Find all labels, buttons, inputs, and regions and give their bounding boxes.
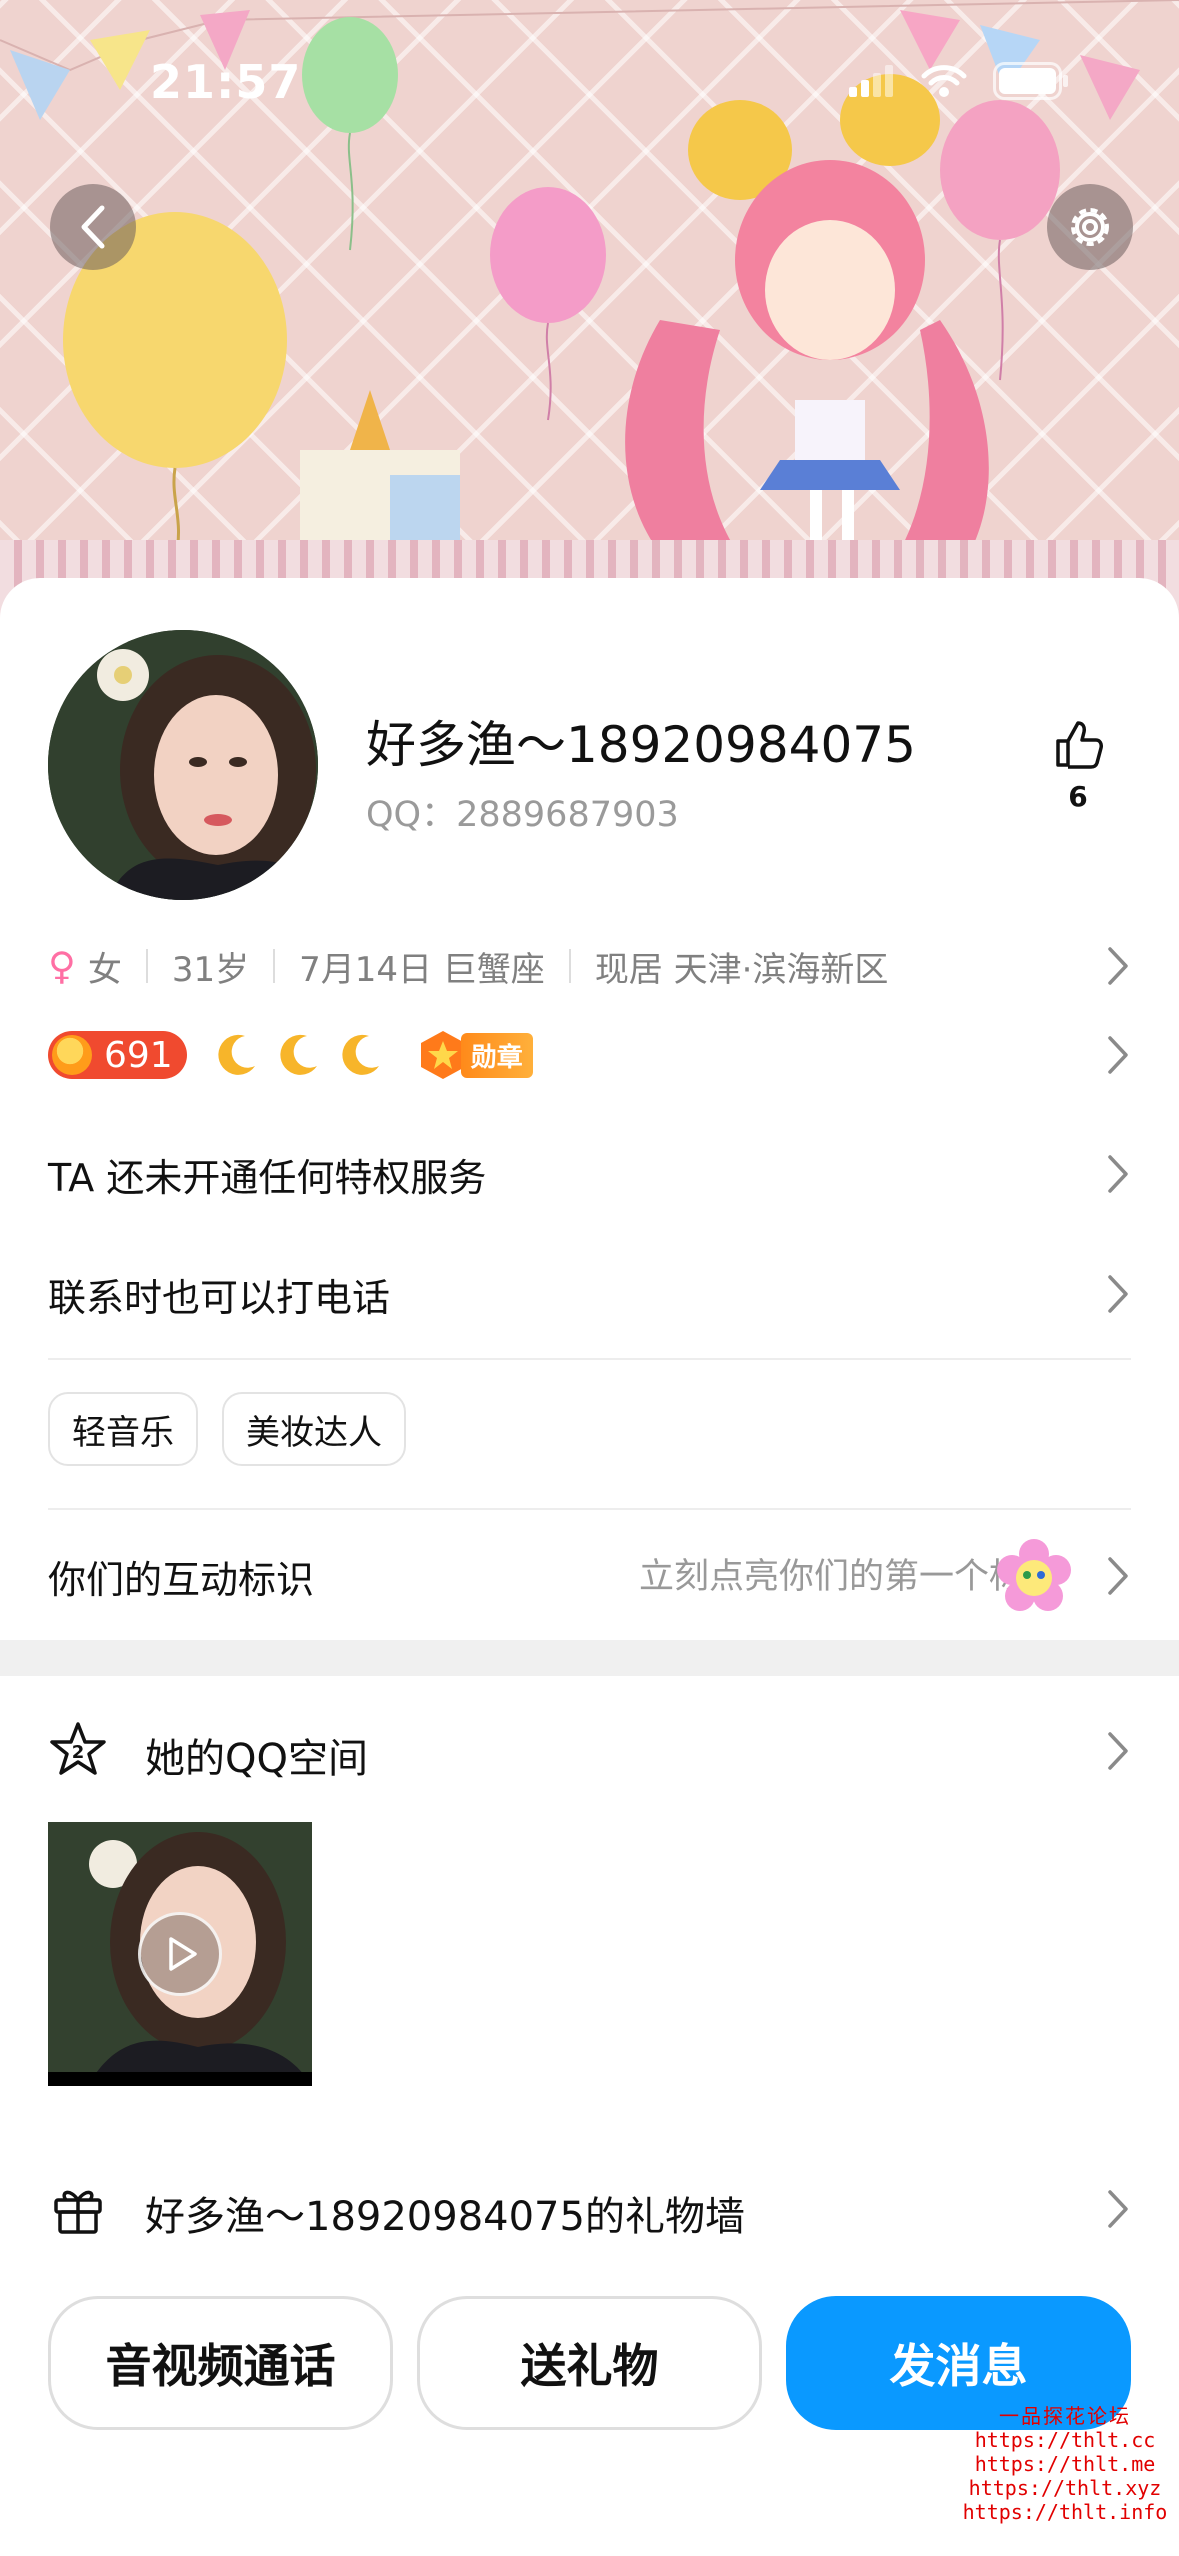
moon-icon <box>342 1034 379 1075</box>
watermark-url: https://thlt.info <box>962 2500 1168 2524</box>
back-button[interactable] <box>50 184 136 270</box>
profile-page: 21:57 好多渔～18920984075 QQ：2889687903 6 ♀ … <box>0 0 1179 2556</box>
qq-number[interactable]: QQ：2889687903 <box>366 786 679 837</box>
info-separator <box>273 949 276 983</box>
send-gift-button[interactable]: 送礼物 <box>417 2296 762 2430</box>
status-icons <box>849 62 1069 100</box>
gift-wall-title[interactable]: 好多渔～18920984075的礼物墙 <box>145 2184 745 2242</box>
signal-icon <box>849 65 893 97</box>
watermark-url: https://thlt.xyz <box>968 2476 1162 2500</box>
av-call-button[interactable]: 音视频通话 <box>48 2296 393 2430</box>
wifi-icon <box>921 65 967 97</box>
watermark-title: 一品探花论坛 <box>999 2404 1131 2428</box>
privilege-text: TA 还未开通任何特权服务 <box>48 1155 487 1200</box>
level-number: 691 <box>104 1034 173 1076</box>
gender-text: 女 <box>87 949 122 990</box>
play-button[interactable] <box>138 1912 222 1996</box>
chevron-right-icon <box>1108 1275 1128 1313</box>
watermark-url: https://thlt.cc <box>974 2428 1156 2452</box>
status-time: 21:57 <box>150 55 302 109</box>
chevron-right-icon <box>1108 1036 1128 1074</box>
chevron-right-icon[interactable] <box>1105 2188 1131 2230</box>
phone-hint-row[interactable]: 联系时也可以打电话 <box>48 1262 1131 1326</box>
birthday-text: 7月14日 巨蟹座 <box>299 949 545 990</box>
thumbs-up-icon[interactable] <box>1050 715 1106 771</box>
medal-badge: 勋章 <box>417 1029 533 1081</box>
gear-icon <box>1071 208 1109 246</box>
chevron-right-icon <box>1108 1557 1128 1595</box>
avatar[interactable] <box>48 630 318 900</box>
chevron-right-icon[interactable] <box>1105 1730 1131 1772</box>
age-text: 31岁 <box>171 949 250 990</box>
info-separator <box>145 949 148 983</box>
medal-label: 勋章 <box>460 1032 533 1078</box>
moon-icon <box>218 1034 255 1075</box>
settings-button[interactable] <box>1047 184 1133 270</box>
status-bar: 21:57 <box>0 0 1179 150</box>
qzone-video-thumbnail[interactable] <box>48 1822 312 2086</box>
play-icon <box>169 1937 197 1971</box>
qq-level-badge: 691 <box>48 1031 187 1079</box>
moon-icon <box>280 1034 317 1075</box>
qzone-star-icon: 2 <box>50 1722 106 1775</box>
interest-tags: 轻音乐 美妆达人 <box>48 1392 406 1466</box>
nickname: 好多渔～18920984075 <box>366 716 916 774</box>
location-text: 现居 天津·滨海新区 <box>594 949 889 990</box>
sun-icon <box>52 1035 92 1075</box>
privilege-row[interactable]: TA 还未开通任何特权服务 <box>48 1142 1131 1206</box>
qzone-title[interactable]: 她的QQ空间 <box>145 1726 368 1784</box>
like-count: 6 <box>1068 780 1088 813</box>
avatar-photo <box>48 630 318 900</box>
badge-row[interactable]: 691 勋章 <box>48 1025 1131 1085</box>
section-gap <box>0 1640 1179 1676</box>
chevron-right-icon <box>1108 947 1128 985</box>
info-separator <box>568 949 571 983</box>
watermark-url: https://thlt.me <box>974 2452 1156 2476</box>
basic-info-row[interactable]: ♀ 女 31岁 7月14日 巨蟹座 现居 天津·滨海新区 <box>48 940 1131 992</box>
chevron-right-icon <box>1108 1155 1128 1193</box>
interaction-title: 你们的互动标识 <box>48 1557 315 1602</box>
interest-tag[interactable]: 轻音乐 <box>48 1392 198 1466</box>
divider <box>48 1358 1131 1360</box>
interest-tag[interactable]: 美妆达人 <box>222 1392 406 1466</box>
female-icon: ♀ <box>48 944 76 988</box>
qzone-badge: 2 <box>72 1742 85 1763</box>
gift-icon <box>54 2190 102 2234</box>
flower-mark-icon <box>997 1539 1071 1611</box>
watermark: 一品探花论坛 https://thlt.cc https://thlt.me h… <box>960 2404 1170 2524</box>
battery-icon <box>993 62 1068 100</box>
phone-hint-text: 联系时也可以打电话 <box>48 1275 391 1320</box>
back-arrow-icon <box>81 205 105 249</box>
divider <box>48 1508 1131 1510</box>
